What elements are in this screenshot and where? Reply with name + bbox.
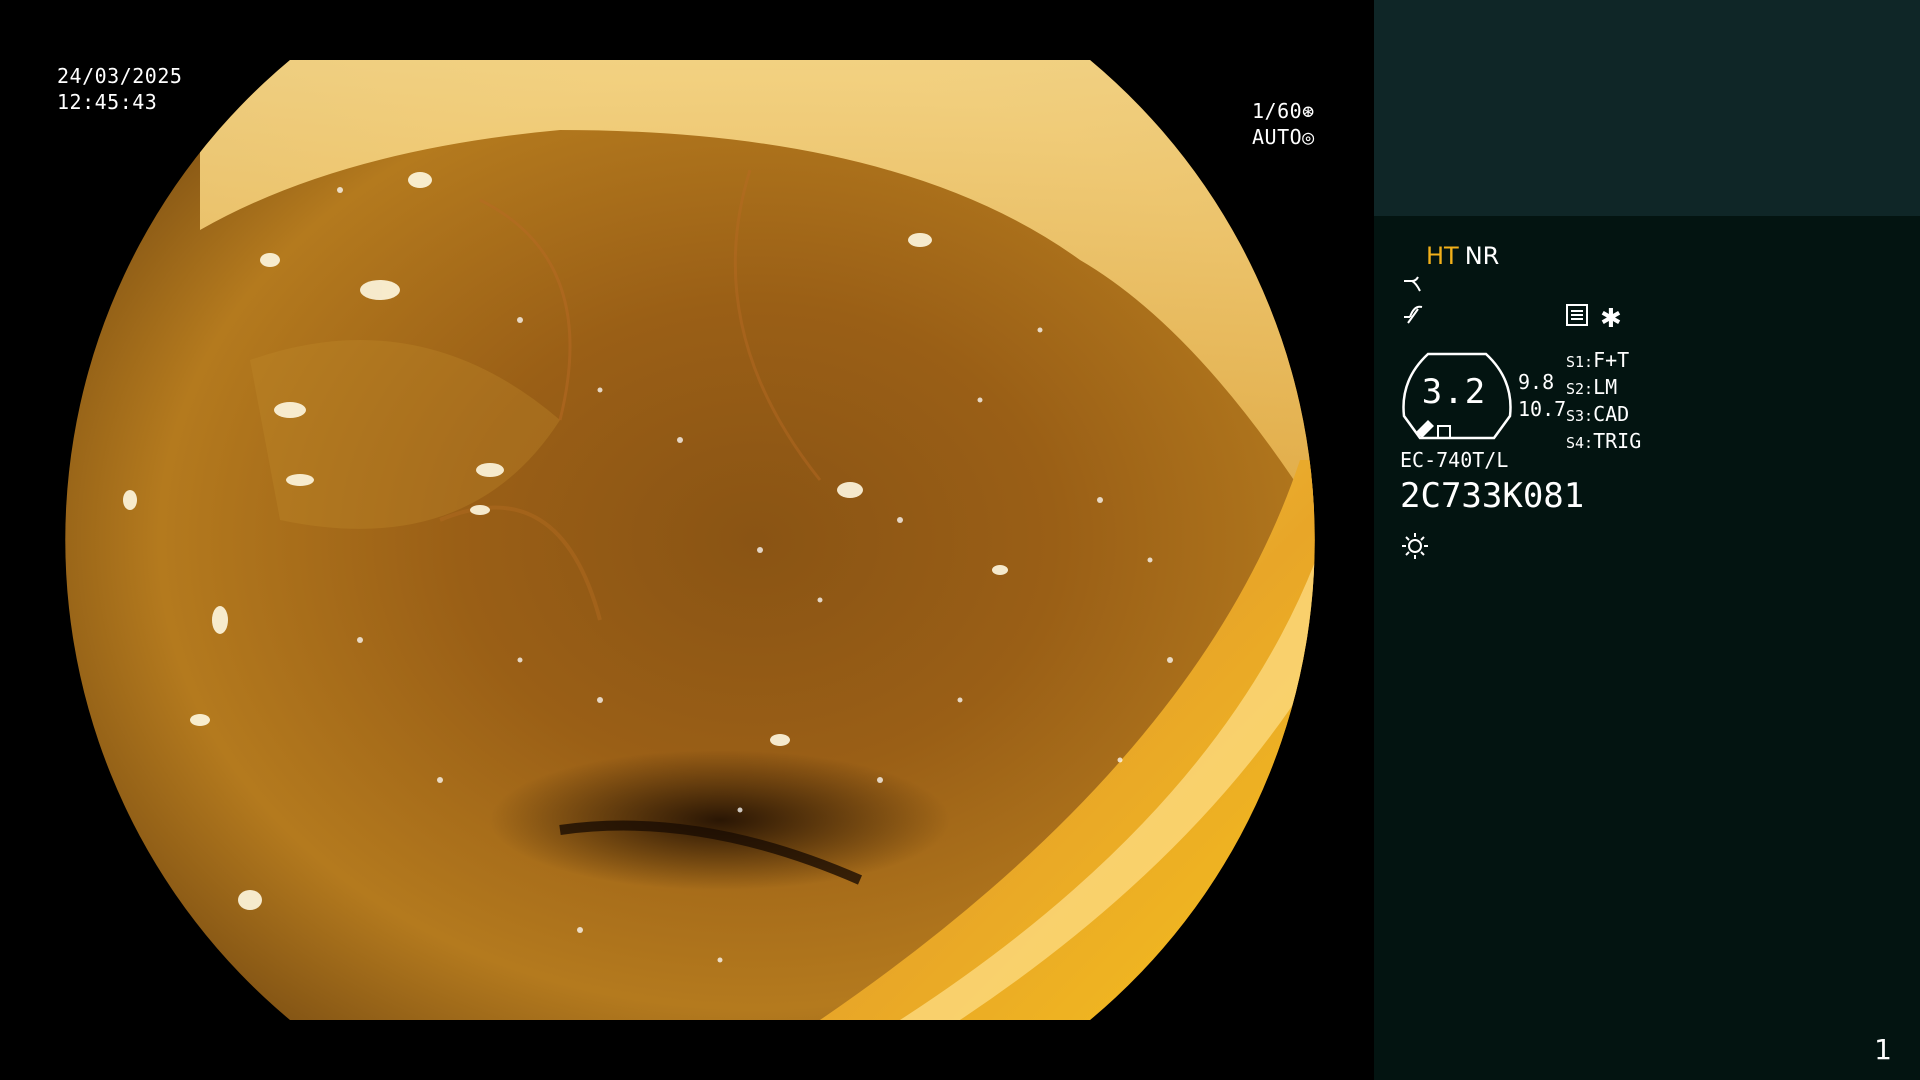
frame-number: 1 — [1874, 1033, 1892, 1066]
datetime-overlay: 24/03/2025 12:45:43 — [57, 63, 182, 115]
endoscopic-image — [65, 60, 1315, 1020]
time-text: 12:45:43 — [57, 90, 158, 114]
date-text: 24/03/2025 — [57, 64, 183, 88]
switch-row: S1:F+T — [1566, 348, 1630, 372]
shutter-icon: ⊛ — [1302, 99, 1315, 123]
mode-nr-label: NR — [1464, 242, 1500, 270]
menu-list-icon — [1566, 304, 1588, 326]
light-source-icon — [1402, 533, 1428, 559]
switch-row: S4:TRIG — [1566, 429, 1642, 453]
scope-switch-list: S1:F+T S2:LM S3:CAD S4:TRIG — [1566, 348, 1641, 456]
scope-serial: 2C733K081 — [1400, 476, 1585, 516]
scope-model: EC-740T/L — [1400, 448, 1509, 472]
mode-ht-label: HT — [1426, 242, 1459, 270]
enhancement-curve-icon — [1402, 273, 1426, 301]
switch-row: S2:LM — [1566, 375, 1618, 399]
asterisk-icon: ✱ — [1600, 304, 1622, 334]
zoom-value: 3.2 — [1421, 372, 1487, 412]
shutter-text: 1/60 — [1252, 99, 1303, 123]
processing-modes: HT NR — [1426, 242, 1499, 270]
exposure-overlay: 1/60⊛ AUTO◎ — [1252, 98, 1315, 150]
iris-icon: ◎ — [1302, 125, 1315, 149]
switch-row: S3:CAD — [1566, 402, 1630, 426]
endoscope-viewport: 24/03/2025 12:45:43 1/60⊛ AUTO◎ — [0, 0, 1374, 1080]
info-panel: HT NR ✱ 3.2 9.8 10.7 S1:F+T S2:LM S3:CAD … — [1374, 0, 1920, 1080]
param-value-2: 10.7 — [1518, 397, 1567, 421]
iris-text: AUTO — [1252, 125, 1303, 149]
structure-enhance-icon — [1402, 303, 1426, 331]
panel-header-area — [1374, 0, 1920, 216]
param-value-1: 9.8 — [1518, 370, 1555, 394]
